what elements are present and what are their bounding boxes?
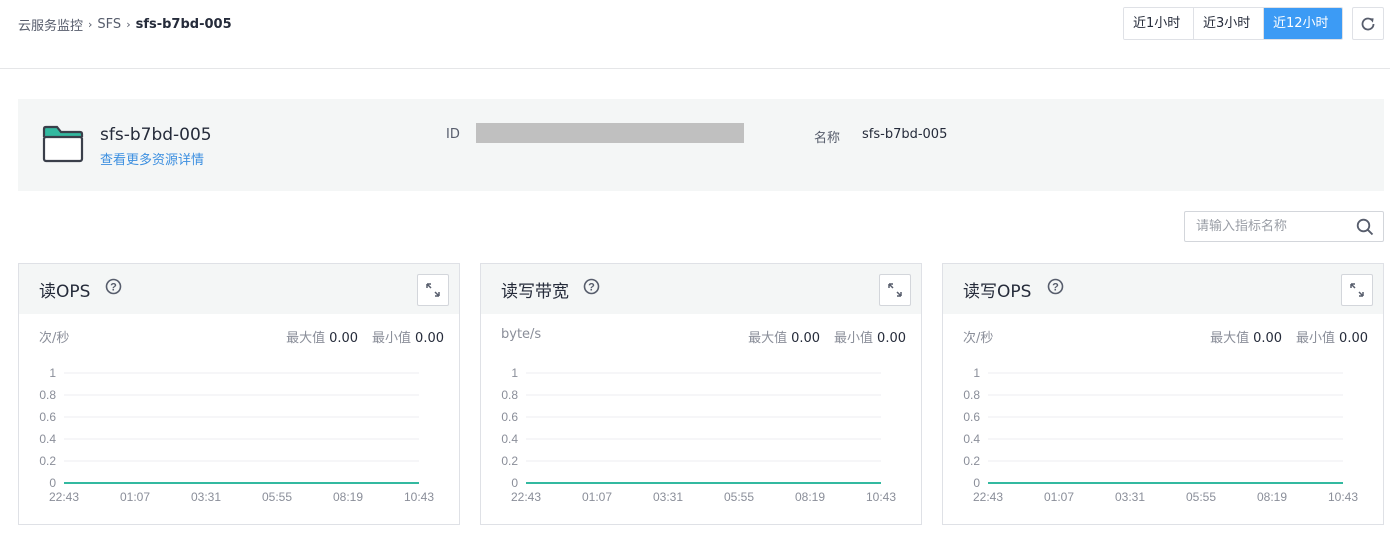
x-tick-label: 03:31: [191, 490, 221, 504]
y-tick-label: 0.2: [39, 454, 56, 468]
max-value: 0.00: [791, 331, 821, 346]
x-tick-label: 22:43: [49, 490, 79, 504]
y-tick-label: 0: [973, 476, 980, 490]
header-divider: [0, 68, 1390, 69]
expand-icon: [426, 283, 440, 297]
min-label: 最小值: [372, 331, 412, 346]
min-value: 0.00: [877, 331, 906, 346]
x-tick-label: 05:55: [262, 490, 292, 504]
time-range-1h-button[interactable]: 近1小时: [1124, 8, 1194, 39]
y-tick-label: 0.2: [963, 454, 980, 468]
x-tick-label: 05:55: [724, 490, 754, 504]
breadcrumb-item-sfs[interactable]: SFS: [97, 17, 121, 32]
metric-search-input[interactable]: [1196, 219, 1356, 234]
y-tick-label: 0: [49, 476, 56, 490]
x-tick-label: 10:43: [866, 490, 896, 504]
y-tick-label: 0.6: [501, 410, 518, 424]
chart-title: 读OPS: [39, 282, 91, 302]
y-tick-label: 1: [49, 366, 56, 380]
x-tick-label: 10:43: [1328, 490, 1358, 504]
y-tick-label: 0: [511, 476, 518, 490]
svg-text:?: ?: [1052, 281, 1059, 293]
resource-name-label: 名称: [814, 131, 841, 146]
y-tick-label: 0.8: [39, 388, 56, 402]
refresh-button[interactable]: [1352, 7, 1384, 40]
time-range-3h-button[interactable]: 近3小时: [1194, 8, 1264, 39]
resource-info-panel: sfs-b7bd-005 查看更多资源详情 ID 名称 sfs-b7bd-005: [18, 99, 1384, 191]
svg-text:?: ?: [588, 281, 595, 293]
time-range-12h-button[interactable]: 近12小时: [1264, 8, 1342, 39]
y-tick-label: 0.6: [39, 410, 56, 424]
max-label: 最大值: [748, 331, 788, 346]
expand-chart-button[interactable]: [417, 274, 449, 306]
x-tick-label: 03:31: [653, 490, 683, 504]
max-label: 最大值: [286, 331, 326, 346]
chevron-right-icon: ›: [88, 17, 93, 31]
x-tick-label: 22:43: [973, 490, 1003, 504]
folder-icon: [42, 125, 84, 163]
expand-icon: [888, 283, 902, 297]
expand-chart-button[interactable]: [879, 274, 911, 306]
resource-details-link[interactable]: 查看更多资源详情: [100, 149, 204, 168]
svg-text:?: ?: [110, 281, 117, 293]
x-tick-label: 10:43: [404, 490, 434, 504]
y-tick-label: 0.8: [501, 388, 518, 402]
x-tick-label: 03:31: [1115, 490, 1145, 504]
chart-stats: 最大值 0.00 最小值 0.00: [748, 327, 906, 346]
metric-search-box: [1184, 211, 1384, 242]
min-label: 最小值: [1296, 331, 1336, 346]
time-range-selector: 近1小时 近3小时 近12小时: [1123, 7, 1343, 40]
chart-card-read-ops: 读OPS ? 次/秒 最大值 0.00 最小值 0.00 0 0.2 0.4 0.6 0.8 1…: [18, 263, 460, 525]
y-tick-label: 0.4: [963, 432, 980, 446]
y-tick-label: 0.8: [963, 388, 980, 402]
help-icon[interactable]: ?: [105, 278, 122, 295]
chart-plot-read-write-bandwidth: 0 0.2 0.4 0.6 0.8 1 22:43 01:07 03:31 05:55 08:19 1…: [501, 366, 896, 504]
chart-title: 读写带宽: [501, 282, 569, 302]
chart-unit: 次/秒: [39, 331, 70, 346]
chart-stats: 最大值 0.00 最小值 0.00: [1210, 327, 1368, 346]
y-tick-label: 0.4: [501, 432, 518, 446]
chart-unit: 次/秒: [963, 331, 994, 346]
chart-plot-read-ops: 0 0.2 0.4 0.6 0.8 1 22:43 01:07 03:31 05:55 08:19 1…: [39, 366, 434, 504]
y-tick-label: 0.2: [501, 454, 518, 468]
chart-card-read-write-bandwidth: 读写带宽 ? byte/s 最大值 0.00 最小值 0.00 0 0.2 0.4 0.6 0…: [480, 263, 922, 525]
chevron-right-icon: ›: [126, 17, 131, 31]
breadcrumb-item-cloud-monitor[interactable]: 云服务监控: [18, 15, 83, 34]
min-label: 最小值: [834, 331, 874, 346]
min-value: 0.00: [415, 331, 444, 346]
y-tick-label: 1: [511, 366, 518, 380]
chart-title: 读写OPS: [963, 282, 1032, 302]
max-value: 0.00: [329, 331, 359, 346]
breadcrumb: 云服务监控 › SFS › sfs-b7bd-005: [18, 14, 232, 34]
help-icon[interactable]: ?: [583, 278, 600, 295]
x-tick-label: 08:19: [795, 490, 825, 504]
max-label: 最大值: [1210, 331, 1250, 346]
chart-plot-read-write-ops: 0 0.2 0.4 0.6 0.8 1 22:43 01:07 03:31 05:55 08:19 1…: [963, 366, 1358, 504]
y-tick-label: 1: [973, 366, 980, 380]
min-value: 0.00: [1339, 331, 1368, 346]
resource-name: sfs-b7bd-005: [100, 125, 212, 145]
resource-id-label: ID: [446, 127, 460, 142]
y-tick-label: 0.4: [39, 432, 56, 446]
help-icon[interactable]: ?: [1047, 278, 1064, 295]
chart-unit: byte/s: [501, 327, 542, 342]
max-value: 0.00: [1253, 331, 1283, 346]
x-tick-label: 01:07: [1044, 490, 1074, 504]
breadcrumb-current: sfs-b7bd-005: [135, 16, 232, 32]
x-tick-label: 08:19: [1257, 490, 1287, 504]
resource-id-value-redacted: [476, 123, 744, 143]
search-icon[interactable]: [1356, 218, 1374, 236]
chart-stats: 最大值 0.00 最小值 0.00: [286, 327, 444, 346]
y-tick-label: 0.6: [963, 410, 980, 424]
expand-chart-button[interactable]: [1341, 274, 1373, 306]
x-tick-label: 08:19: [333, 490, 363, 504]
x-tick-label: 01:07: [582, 490, 612, 504]
refresh-icon: [1361, 17, 1375, 30]
resource-name-value: sfs-b7bd-005: [862, 127, 948, 142]
expand-icon: [1350, 283, 1364, 297]
x-tick-label: 01:07: [120, 490, 150, 504]
chart-card-read-write-ops: 读写OPS ? 次/秒 最大值 0.00 最小值 0.00 0 0.2 0.4 0.6 0.8…: [942, 263, 1384, 525]
x-tick-label: 22:43: [511, 490, 541, 504]
x-tick-label: 05:55: [1186, 490, 1216, 504]
